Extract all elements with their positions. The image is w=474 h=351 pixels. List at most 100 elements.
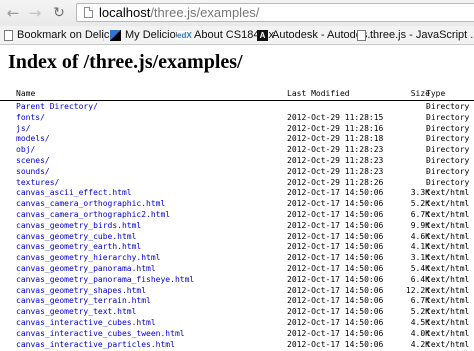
name-column-header[interactable]: Name [16,89,35,98]
file-link[interactable]: models/ [16,134,50,143]
table-row: canvas_interactive_cubes.html 2012-Oct-17… [16,318,474,329]
modified-cell: 2012-Oct-17 14:50:06 [287,220,384,230]
table-row: textures/2012-Oct-29 11:28:26 - Directory [16,178,474,189]
table-row: canvas_geometry_cube.html 2012-Oct-17 14:… [16,232,474,243]
type-cell: text/html [426,188,470,198]
file-link[interactable]: canvas_camera_orthographic2.html [16,210,170,219]
name-cell: textures/ [16,178,59,189]
bookmark-item[interactable]: three.js - JavaScript ... [357,26,474,44]
name-cell: sounds/ [16,167,50,178]
type-cell: Directory [426,177,470,187]
type-column-header[interactable]: Type [426,89,445,98]
file-link[interactable]: canvas_geometry_hierarchy.html [16,253,161,262]
type-cell: Directory [426,123,470,133]
modified-column-header[interactable]: Last Modified [287,89,350,98]
file-link[interactable]: canvas_geometry_text.html [16,307,136,316]
size-cell: 9.9K [410,220,430,230]
size-column-header[interactable]: Size [388,89,430,98]
forward-button[interactable]: → [24,2,46,24]
file-link[interactable]: canvas_geometry_birds.html [16,221,141,230]
size-cell: - [425,123,430,133]
table-row: scenes/2012-Oct-29 11:28:23 - Directory [16,156,474,167]
type-cell: text/html [426,274,470,284]
name-cell: canvas_geometry_panorama.html [16,264,156,275]
file-link[interactable]: canvas_geometry_terrain.html [16,296,151,305]
name-cell: canvas_ascii_effect.html [16,188,132,199]
file-link[interactable]: canvas_geometry_shapes.html [16,286,146,295]
modified-cell: 2012-Oct-29 11:28:15 [287,112,384,122]
file-link[interactable]: canvas_interactive_cubes_tween.html [16,329,185,338]
size-cell: 12.2K [405,285,430,295]
modified-cell: 2012-Oct-29 11:28:23 [287,166,384,176]
page-icon [4,29,13,41]
file-link[interactable]: scenes/ [16,156,50,165]
modified-cell: 2012-Oct-17 14:50:06 [287,242,384,252]
file-link[interactable]: sounds/ [16,167,50,176]
page-content: Index of /three.js/examples/ Name Last M… [0,45,474,351]
table-row: canvas_geometry_earth.html 2012-Oct-17 14… [16,242,474,253]
file-link[interactable]: obj/ [16,145,35,154]
modified-cell: 2012-Oct-17 14:50:06 [287,188,384,198]
name-cell: scenes/ [16,156,50,167]
url-path: /three.js/examples/ [150,5,260,20]
table-row: Parent Directory/ - Directory [16,102,474,113]
file-link[interactable]: canvas_geometry_cube.html [16,232,136,241]
table-row: canvas_interactive_cubes_tween.html 2012-… [16,329,474,340]
name-cell: Parent Directory/ [16,102,98,113]
size-cell: 6.7K [410,209,430,219]
bookmark-item[interactable]: My Delicious [110,26,187,44]
size-cell: - [425,177,430,187]
table-row: canvas_geometry_text.html 2012-Oct-17 14:… [16,307,474,318]
file-link[interactable]: canvas_ascii_effect.html [16,188,132,197]
size-cell: 5.2K [410,199,430,209]
type-cell: text/html [426,209,470,219]
table-row: canvas_geometry_panorama_fisheye.html 201… [16,275,474,286]
back-button[interactable]: ← [2,2,24,24]
size-cell: 3.3K [410,188,430,198]
file-link[interactable]: canvas_geometry_panorama_fisheye.html [16,275,194,284]
size-cell: 4.2K [410,339,430,349]
address-bar[interactable]: localhost/three.js/examples/ [76,3,474,22]
type-cell: Directory [426,145,470,155]
file-link[interactable]: textures/ [16,178,59,187]
file-link[interactable]: canvas_interactive_cubes.html [16,318,156,327]
size-cell: - [425,155,430,165]
name-cell: canvas_geometry_text.html [16,307,136,318]
table-row: models/2012-Oct-29 11:28:18 - Directory [16,134,474,145]
modified-cell: 2012-Oct-17 14:50:06 [287,296,384,306]
page-title: Index of /three.js/examples/ [8,51,243,73]
table-row: canvas_camera_orthographic.html 2012-Oct-… [16,199,474,210]
modified-cell: 2012-Oct-17 14:50:06 [287,199,384,209]
modified-cell: 2012-Oct-17 14:50:06 [287,285,384,295]
size-cell: - [425,145,430,155]
modified-cell: 2012-Oct-29 11:28:26 [287,177,384,187]
reload-button[interactable]: ↻ [48,2,70,24]
modified-cell: 2012-Oct-17 14:50:06 [287,339,384,349]
file-link[interactable]: canvas_geometry_earth.html [16,242,141,251]
page-icon [357,29,366,41]
name-cell: js/ [16,124,30,135]
name-cell: canvas_interactive_particles.html [16,340,175,351]
type-cell: text/html [426,199,470,209]
listing-header: Name Last Modified Size Type [16,89,474,98]
modified-cell: 2012-Oct-29 11:28:23 [287,155,384,165]
file-link[interactable]: Parent Directory/ [16,102,98,111]
size-cell: 4.5K [410,317,430,327]
table-row: fonts/2012-Oct-29 11:28:15 - Directory [16,113,474,124]
name-cell: canvas_interactive_cubes.html [16,318,156,329]
back-arrow-icon: ← [6,4,20,22]
modified-cell: 2012-Oct-17 14:50:06 [287,253,384,263]
type-cell: text/html [426,285,470,295]
type-cell: text/html [426,328,470,338]
type-cell: Directory [426,134,470,144]
modified-cell: 2012-Oct-29 11:28:18 [287,134,384,144]
name-cell: fonts/ [16,113,45,124]
file-link[interactable]: canvas_geometry_panorama.html [16,264,156,273]
file-link[interactable]: canvas_camera_orthographic.html [16,199,165,208]
type-cell: text/html [426,339,470,349]
modified-cell: 2012-Oct-17 14:50:06 [287,263,384,273]
size-cell: 4.1K [410,242,430,252]
file-link[interactable]: js/ [16,124,30,133]
file-link[interactable]: fonts/ [16,113,45,122]
file-link[interactable]: canvas_interactive_particles.html [16,340,175,349]
